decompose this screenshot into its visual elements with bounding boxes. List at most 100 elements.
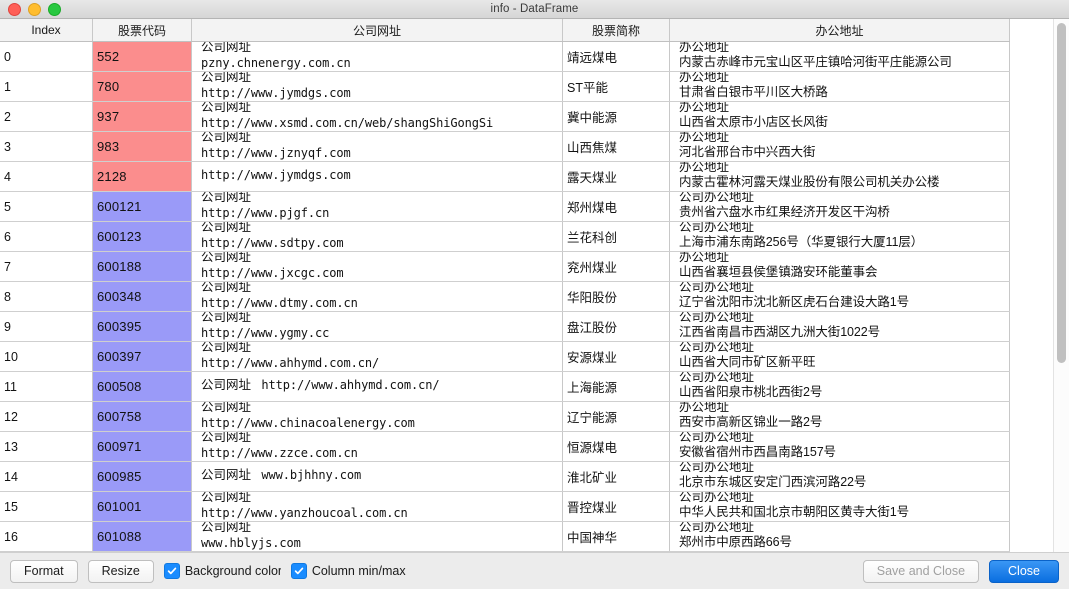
cell-company-website[interactable]: 公司网址 http://www.zzce.com.cn (191, 431, 563, 462)
cell-index[interactable]: 1 (0, 71, 93, 102)
cell-company-website[interactable]: 公司网址 http://www.ahhymd.com.cn/ (191, 341, 563, 372)
table-row[interactable]: 16 601088 公司网址 www.hblyjs.com 中国神华 公司办公地址 郑州市中… (0, 521, 1010, 552)
cell-index[interactable]: 2 (0, 101, 93, 132)
cell-company-website[interactable]: 公司网址 http://www.chinacoalenergy.com (191, 401, 563, 432)
cell-index[interactable]: 5 (0, 191, 93, 222)
cell-stock-code[interactable]: 600348 (92, 281, 192, 312)
table-row[interactable]: 12 600758 公司网址 http://www.chinacoalenergy.c… (0, 401, 1010, 432)
cell-company-website[interactable]: 公司网址 http://www.sdtpy.com (191, 221, 563, 252)
cell-company-website[interactable]: 公司网址 http://www.dtmy.com.cn (191, 281, 563, 312)
cell-company-website[interactable]: 公司网址 http://www.ahhymd.com.cn/ (191, 371, 563, 402)
cell-stock-code[interactable]: 600121 (92, 191, 192, 222)
cell-office-address[interactable]: 办公地址 内蒙古霍林河露天煤业股份有限公司机关办公楼 (669, 161, 1010, 192)
cell-index[interactable]: 8 (0, 281, 93, 312)
cell-company-website[interactable]: 公司网址 http://www.jznyqf.com (191, 131, 563, 162)
cell-office-address[interactable]: 办公地址 甘肃省白银市平川区大桥路 (669, 71, 1010, 102)
cell-index[interactable]: 0 (0, 41, 93, 72)
table-row[interactable]: 0 552 公司网址 pzny.chnenergy.com.cn 靖远煤电 办公地址 内蒙古… (0, 41, 1010, 72)
table-row[interactable]: 2 937 公司网址 http://www.xsmd.com.cn/web/shang… (0, 101, 1010, 132)
cell-company-website[interactable]: 公司网址 http://www.jymdgs.com (191, 71, 563, 102)
table-row[interactable]: 11 600508 公司网址 http://www.ahhymd.com.cn/上海… (0, 371, 1010, 402)
vertical-scrollbar-thumb[interactable] (1057, 23, 1066, 363)
cell-index[interactable]: 13 (0, 431, 93, 462)
cell-office-address[interactable]: 公司办公地址 中华人民共和国北京市朝阳区黄寺大街1号 (669, 491, 1010, 522)
cell-office-address[interactable]: 公司办公地址 辽宁省沈阳市沈北新区虎石台建设大路1号 (669, 281, 1010, 312)
cell-office-address[interactable]: 公司办公地址 山西省大同市矿区新平旺 (669, 341, 1010, 372)
table-row[interactable]: 15 601001 公司网址 http://www.yanzhoucoal.com.c… (0, 491, 1010, 522)
cell-stock-name[interactable]: 兰花科创 (562, 221, 670, 252)
cell-index[interactable]: 15 (0, 491, 93, 522)
cell-stock-code[interactable]: 600508 (92, 371, 192, 402)
cell-stock-code[interactable]: 780 (92, 71, 192, 102)
cell-stock-code[interactable]: 600971 (92, 431, 192, 462)
cell-office-address[interactable]: 办公地址 河北省邢台市中兴西大街 (669, 131, 1010, 162)
cell-company-website[interactable]: 公司网址 www.bjhhny.com (191, 461, 563, 492)
cell-index[interactable]: 7 (0, 251, 93, 282)
cell-stock-name[interactable]: 安源煤业 (562, 341, 670, 372)
cell-stock-code[interactable]: 983 (92, 131, 192, 162)
cell-stock-code[interactable]: 600985 (92, 461, 192, 492)
table-row[interactable]: 5 600121 公司网址 http://www.pjgf.cn 郑州煤电 公司办公地址贵… (0, 191, 1010, 222)
table-row[interactable]: 6 600123 公司网址 http://www.sdtpy.com 兰花科创 公司办公地… (0, 221, 1010, 252)
cell-company-website[interactable]: 公司网址 http://www.pjgf.cn (191, 191, 563, 222)
cell-office-address[interactable]: 公司办公地址 郑州市中原西路66号 (669, 521, 1010, 552)
table-row[interactable]: 14 600985 公司网址 www.bjhhny.com 淮北矿业 公司办公地址 北京市… (0, 461, 1010, 492)
cell-office-address[interactable]: 办公地址 西安市高新区锦业一路2号 (669, 401, 1010, 432)
table-row[interactable]: 4 2128 http://www.jymdgs.com 露天煤业 办公地址 内蒙古霍林河… (0, 161, 1010, 192)
cell-index[interactable]: 6 (0, 221, 93, 252)
cell-stock-code[interactable]: 600123 (92, 221, 192, 252)
close-button[interactable]: Close (989, 559, 1059, 583)
cell-stock-code[interactable]: 600395 (92, 311, 192, 342)
cell-index[interactable]: 11 (0, 371, 93, 402)
cell-stock-name[interactable]: 华阳股份 (562, 281, 670, 312)
table-row[interactable]: 3 983 公司网址 http://www.jznyqf.com 山西焦煤 办公地址 河北省… (0, 131, 1010, 162)
table-row[interactable]: 8 600348 公司网址 http://www.dtmy.com.cn 华阳股份 公司办… (0, 281, 1010, 312)
cell-index[interactable]: 9 (0, 311, 93, 342)
cell-company-website[interactable]: 公司网址 http://www.jxcgc.com (191, 251, 563, 282)
table-row[interactable]: 1 780 公司网址 http://www.jymdgs.com ST平能 办公地址 甘肃省… (0, 71, 1010, 102)
table-row[interactable]: 10 600397 公司网址 http://www.ahhymd.com.cn/安源煤… (0, 341, 1010, 372)
cell-stock-name[interactable]: 山西焦煤 (562, 131, 670, 162)
cell-index[interactable]: 3 (0, 131, 93, 162)
column-minmax-checkbox-group[interactable]: Column min/max (290, 563, 406, 579)
cell-stock-code[interactable]: 601088 (92, 521, 192, 552)
cell-office-address[interactable]: 公司办公地址 上海市浦东南路256号（华夏银行大厦11层） (669, 221, 1010, 252)
cell-stock-name[interactable]: 上海能源 (562, 371, 670, 402)
cell-stock-name[interactable]: 露天煤业 (562, 161, 670, 192)
cell-office-address[interactable]: 公司办公地址 江西省南昌市西湖区九洲大街1022号 (669, 311, 1010, 342)
format-button[interactable]: Format (10, 559, 78, 583)
background-color-checkbox[interactable] (163, 563, 180, 579)
cell-stock-name[interactable]: ST平能 (562, 71, 670, 102)
cell-company-website[interactable]: http://www.jymdgs.com (191, 161, 563, 192)
cell-company-website[interactable]: 公司网址 http://www.yanzhoucoal.com.cn (191, 491, 563, 522)
table-scroll-region[interactable]: Index 股票代码 公司网址 股票简称 办公地址 0 552 公司网址 pzny.c… (0, 19, 1053, 552)
table-row[interactable]: 7 600188 公司网址 http://www.jxcgc.com 兖州煤业 办公地址山… (0, 251, 1010, 282)
cell-stock-code[interactable]: 2128 (92, 161, 192, 192)
cell-index[interactable]: 14 (0, 461, 93, 492)
cell-index[interactable]: 16 (0, 521, 93, 552)
cell-stock-code[interactable]: 937 (92, 101, 192, 132)
cell-office-address[interactable]: 办公地址 内蒙古赤峰市元宝山区平庄镇哈河街平庄能源公司 (669, 41, 1010, 72)
zoom-window-button[interactable] (48, 2, 61, 16)
cell-stock-name[interactable]: 中国神华 (562, 521, 670, 552)
column-header-stock-name[interactable]: 股票简称 (562, 19, 670, 42)
cell-stock-name[interactable]: 靖远煤电 (562, 41, 670, 72)
cell-office-address[interactable]: 办公地址 山西省襄垣县侯堡镇潞安环能董事会 (669, 251, 1010, 282)
table-row[interactable]: 13 600971 公司网址 http://www.zzce.com.cn 恒源煤电 公司… (0, 431, 1010, 462)
cell-stock-name[interactable]: 郑州煤电 (562, 191, 670, 222)
minimize-window-button[interactable] (28, 2, 41, 16)
save-and-close-button[interactable]: Save and Close (862, 559, 980, 583)
cell-stock-name[interactable]: 淮北矿业 (562, 461, 670, 492)
cell-stock-code[interactable]: 552 (92, 41, 192, 72)
close-window-button[interactable] (8, 2, 21, 16)
cell-stock-code[interactable]: 600758 (92, 401, 192, 432)
column-minmax-checkbox[interactable] (290, 563, 307, 579)
cell-stock-code[interactable]: 600188 (92, 251, 192, 282)
cell-company-website[interactable]: 公司网址 www.hblyjs.com (191, 521, 563, 552)
cell-office-address[interactable]: 办公地址 山西省太原市小店区长风街 (669, 101, 1010, 132)
cell-index[interactable]: 10 (0, 341, 93, 372)
cell-company-website[interactable]: 公司网址 pzny.chnenergy.com.cn (191, 41, 563, 72)
cell-stock-code[interactable]: 600397 (92, 341, 192, 372)
cell-index[interactable]: 4 (0, 161, 93, 192)
table-row[interactable]: 9 600395 公司网址 http://www.ygmy.cc 盘江股份 公司办公地址江… (0, 311, 1010, 342)
